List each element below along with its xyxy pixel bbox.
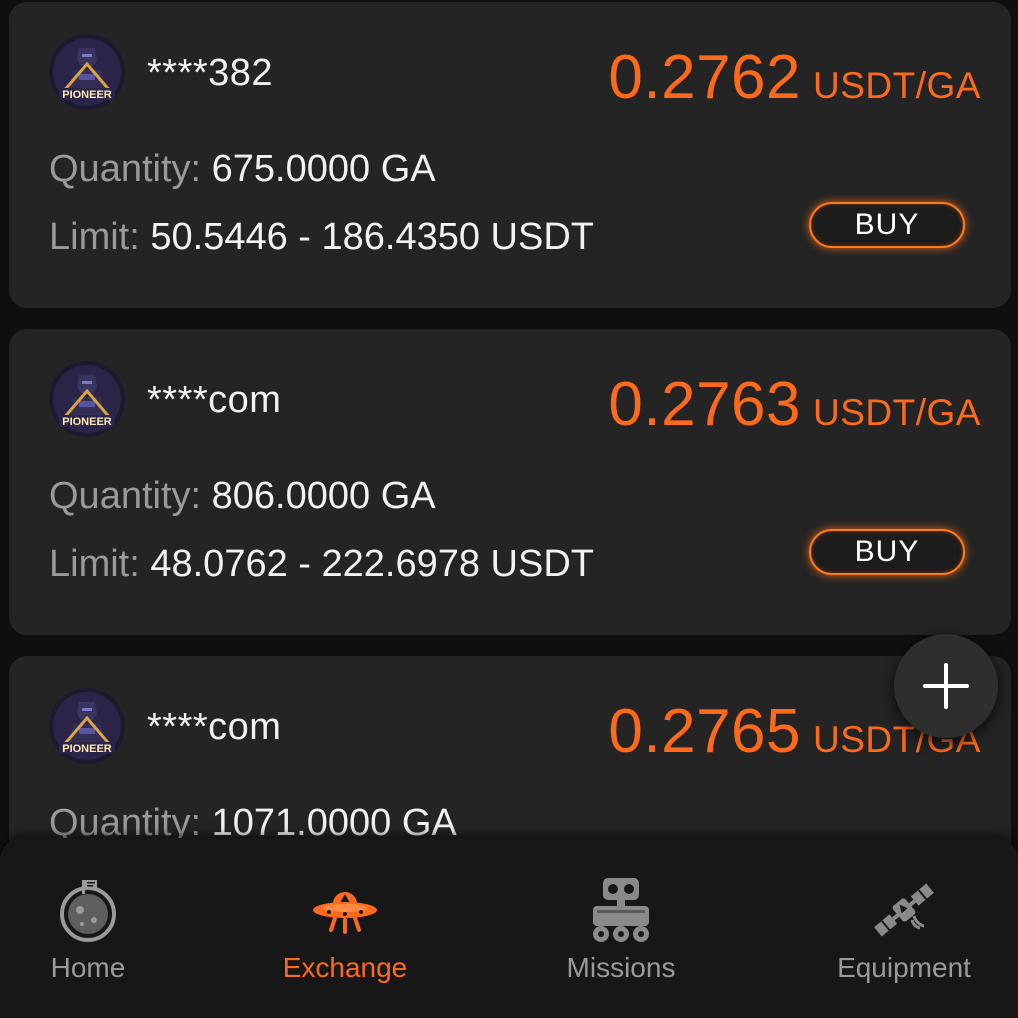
quantity-value: 675.0000 GA <box>211 148 436 190</box>
robot-icon <box>585 874 657 946</box>
seller-username: ****com <box>147 379 282 421</box>
quantity-row: Quantity: 806.0000 GA <box>49 475 436 518</box>
nav-item-missions[interactable]: Missions <box>511 838 731 1018</box>
price-unit: USDT/GA <box>813 392 981 433</box>
limit-value: 50.5446 - 186.4350 USDT <box>150 216 594 258</box>
nav-item-home[interactable]: Home <box>0 838 198 1018</box>
seller-username: ****382 <box>147 52 274 94</box>
ufo-icon <box>309 874 381 946</box>
avatar-badge-text: PIONEER <box>62 416 112 428</box>
price-value: 0.2765 <box>608 697 802 766</box>
offer-card: PIONEER ****com 0.2763 USDT/GA Quantity:… <box>9 329 1011 635</box>
plus-icon <box>923 663 969 709</box>
limit-label: Limit: <box>49 543 140 585</box>
satellite-icon <box>868 874 940 946</box>
avatar-badge-text: PIONEER <box>62 743 112 755</box>
limit-value: 48.0762 - 222.6978 USDT <box>150 543 594 585</box>
nav-label-exchange: Exchange <box>282 952 408 983</box>
quantity-row: Quantity: 675.0000 GA <box>49 148 436 191</box>
limit-label: Limit: <box>49 216 140 258</box>
price: 0.2762 USDT/GA <box>608 42 981 113</box>
price-value: 0.2763 <box>608 370 802 439</box>
avatar[interactable]: PIONEER <box>49 361 125 437</box>
avatar[interactable]: PIONEER <box>49 688 125 764</box>
price-unit: USDT/GA <box>813 65 981 106</box>
seller-username: ****com <box>147 706 282 748</box>
quantity-label: Quantity: <box>49 148 202 190</box>
pioneer-avatar-icon: PIONEER <box>49 34 125 110</box>
avatar-badge-text: PIONEER <box>62 89 112 101</box>
add-offer-button[interactable] <box>894 634 998 738</box>
pioneer-avatar-icon: PIONEER <box>49 688 125 764</box>
buy-button[interactable]: BUY <box>809 529 965 575</box>
nav-label-missions: Missions <box>566 952 676 983</box>
exchange-screen: PIONEER ****382 0.2762 USDT/GA Quantity:… <box>0 0 1018 1018</box>
price-value: 0.2762 <box>608 43 802 112</box>
nav-label-equipment: Equipment <box>837 952 971 983</box>
buy-button[interactable]: BUY <box>809 202 965 248</box>
offer-card: PIONEER ****382 0.2762 USDT/GA Quantity:… <box>9 2 1011 308</box>
nav-label-home: Home <box>50 952 126 983</box>
quantity-label: Quantity: <box>49 475 202 517</box>
quantity-value: 806.0000 GA <box>211 475 436 517</box>
nav-item-exchange[interactable]: Exchange <box>235 838 455 1018</box>
price: 0.2763 USDT/GA <box>608 369 981 440</box>
pioneer-avatar-icon: PIONEER <box>49 361 125 437</box>
avatar[interactable]: PIONEER <box>49 34 125 110</box>
nav-item-equipment[interactable]: Equipment <box>794 838 1014 1018</box>
bottom-nav: Home Exchange Missions Equipment <box>0 838 1018 1018</box>
limit-row: Limit: 48.0762 - 222.6978 USDT <box>49 543 594 586</box>
planet-icon <box>52 874 124 946</box>
limit-row: Limit: 50.5446 - 186.4350 USDT <box>49 216 594 259</box>
